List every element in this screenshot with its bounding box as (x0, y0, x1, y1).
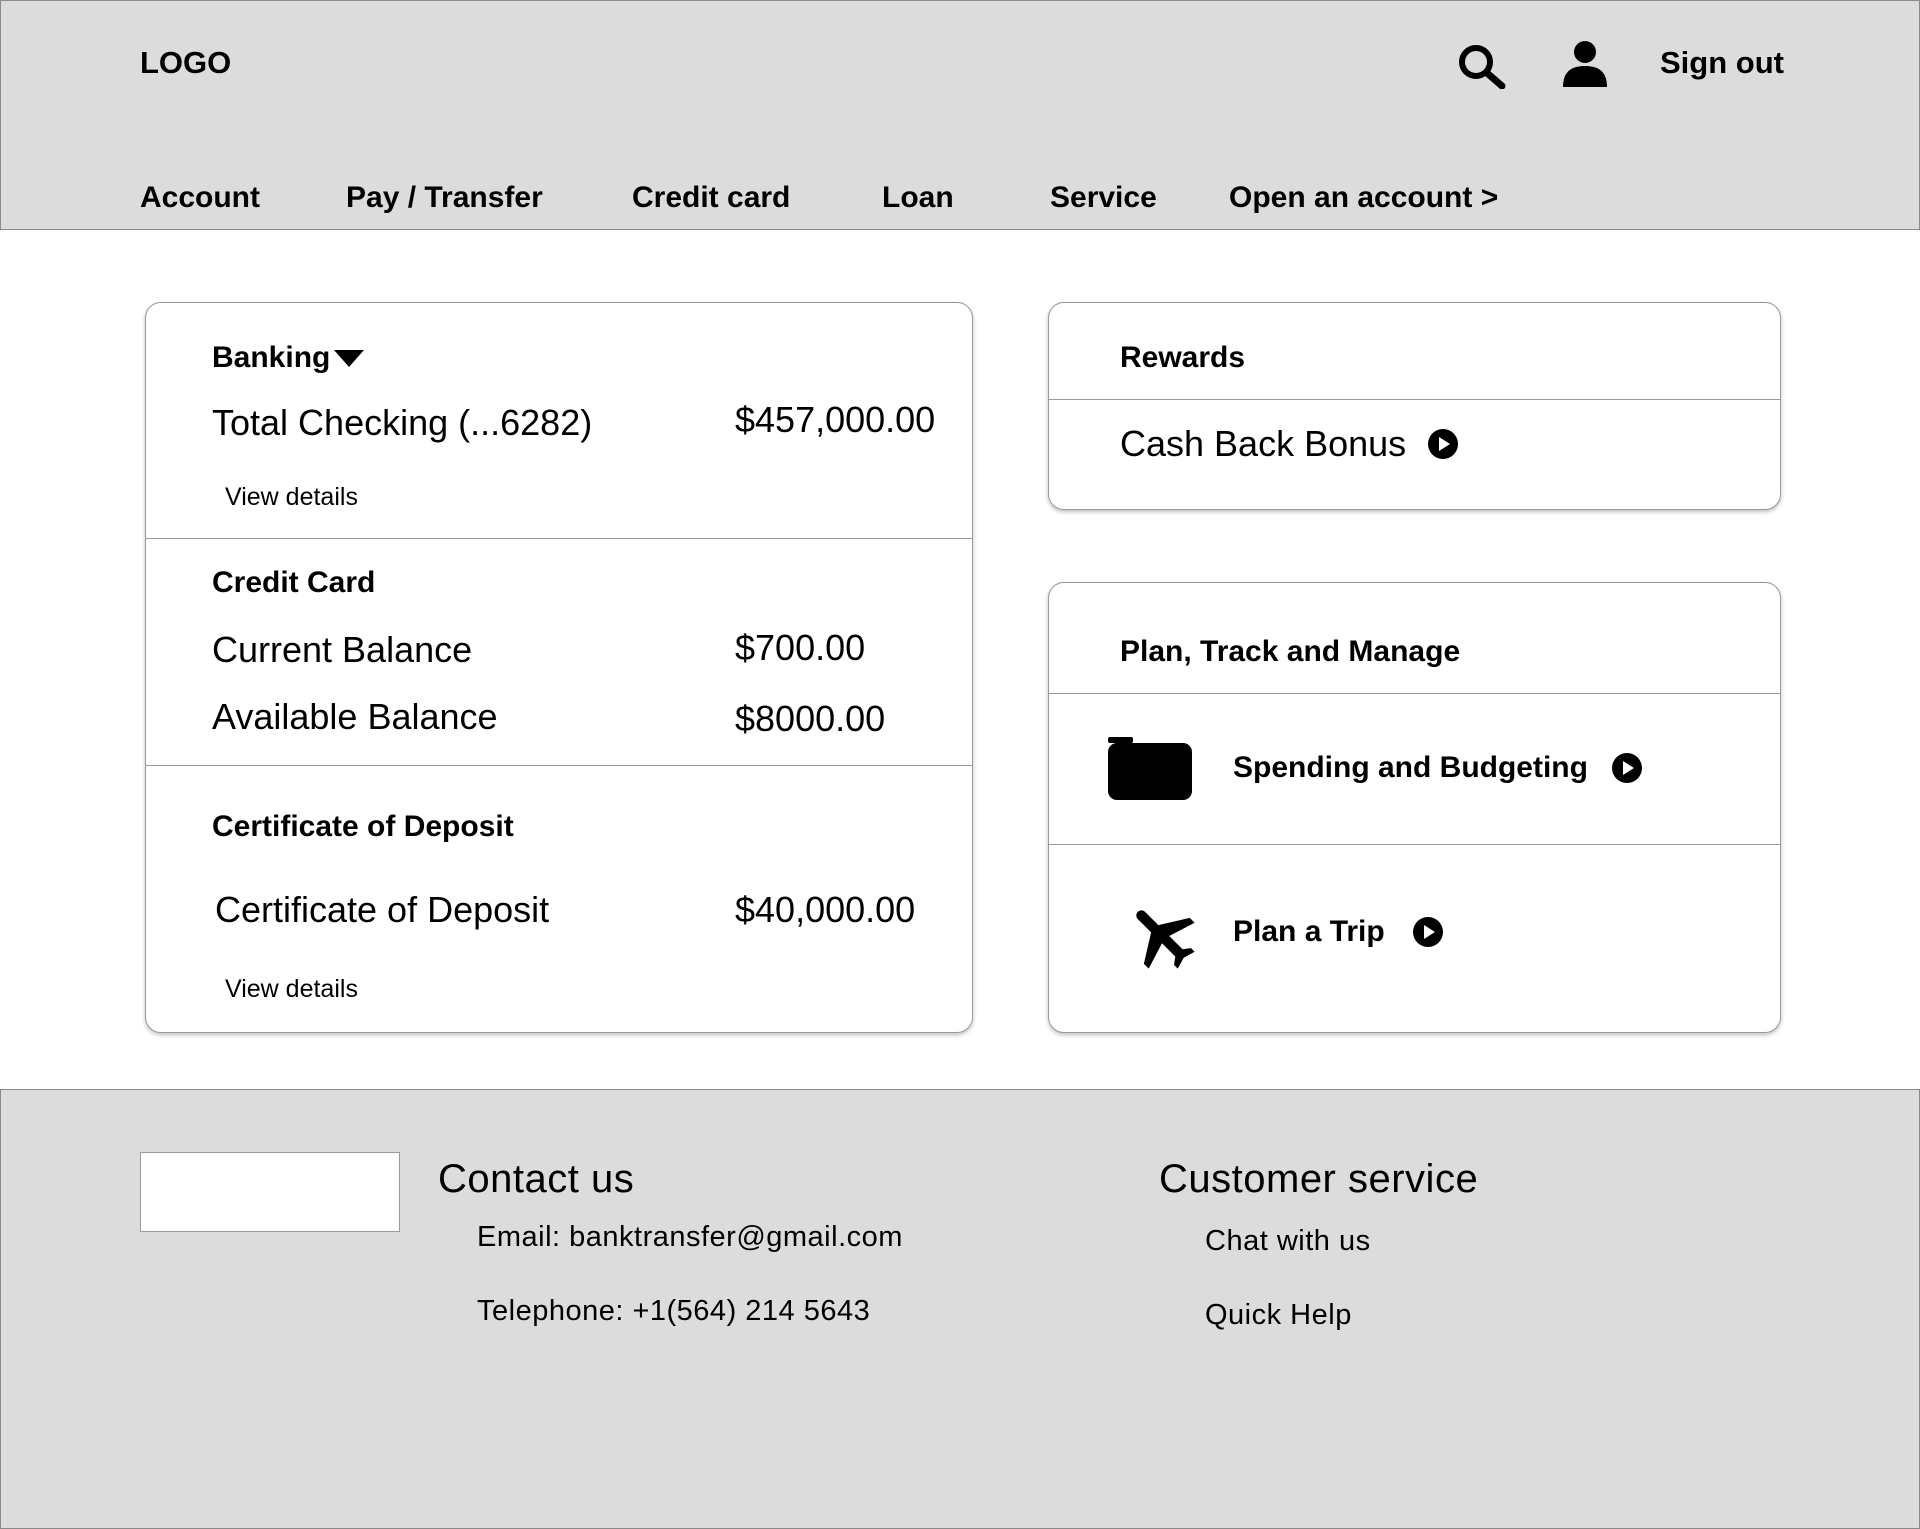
cd-view-details-link[interactable]: View details (225, 975, 358, 1004)
top-header: LOGO Sign out Account Pay / Transfer Cre… (0, 0, 1920, 230)
footer-logo-placeholder (140, 1152, 400, 1232)
contact-telephone[interactable]: Telephone: +1(564) 214 5643 (477, 1295, 870, 1328)
chat-with-us-link[interactable]: Chat with us (1205, 1225, 1371, 1258)
logo[interactable]: LOGO (140, 45, 231, 81)
banking-title: Banking (212, 341, 331, 374)
user-icon[interactable] (1560, 39, 1610, 89)
divider (146, 538, 972, 539)
divider (1049, 693, 1780, 694)
divider (1049, 399, 1780, 400)
circle-arrow-right-icon (1611, 753, 1642, 783)
search-icon[interactable] (1456, 43, 1508, 89)
rewards-card: Rewards Cash Back Bonus (1048, 302, 1781, 510)
customer-service-heading: Customer service (1159, 1157, 1479, 1201)
available-balance-value: $8000.00 (735, 698, 886, 739)
nav-pay-transfer[interactable]: Pay / Transfer (346, 181, 543, 215)
current-balance-value: $700.00 (735, 627, 866, 668)
sign-out-link[interactable]: Sign out (1660, 45, 1784, 81)
cash-back-bonus-link[interactable]: Cash Back Bonus (1120, 423, 1459, 465)
plan-a-trip-link[interactable]: Plan a Trip (1233, 915, 1443, 949)
checking-balance: $457,000.00 (735, 399, 936, 440)
rewards-title: Rewards (1120, 341, 1246, 374)
footer: Contact us Email: banktransfer@gmail.com… (0, 1089, 1920, 1529)
nav-credit-card[interactable]: Credit card (632, 181, 790, 215)
credit-card-title: Credit Card (212, 566, 376, 599)
plan-track-manage-card: Plan, Track and Manage Spending and Budg… (1048, 582, 1781, 1033)
contact-us-heading: Contact us (438, 1157, 635, 1201)
spending-label: Spending and Budgeting (1233, 751, 1588, 784)
plan-trip-label: Plan a Trip (1233, 915, 1385, 948)
checking-account-name: Total Checking (...6282) (212, 402, 593, 443)
nav-account[interactable]: Account (140, 181, 260, 215)
cd-title: Certificate of Deposit (212, 810, 514, 843)
wallet-icon (1108, 737, 1192, 800)
cd-value: $40,000.00 (735, 889, 916, 930)
divider (146, 765, 972, 766)
accounts-card: Banking Total Checking (...6282) $457,00… (145, 302, 973, 1033)
caret-down-icon (334, 350, 365, 367)
cash-back-bonus-label: Cash Back Bonus (1120, 423, 1407, 464)
plan-title: Plan, Track and Manage (1120, 635, 1461, 668)
quick-help-link[interactable]: Quick Help (1205, 1299, 1352, 1332)
circle-arrow-right-icon (1428, 429, 1459, 459)
available-balance-label: Available Balance (212, 696, 498, 737)
cd-label: Certificate of Deposit (215, 889, 550, 930)
banking-view-details-link[interactable]: View details (225, 483, 358, 512)
divider (1049, 844, 1780, 845)
spending-budgeting-link[interactable]: Spending and Budgeting (1233, 751, 1642, 785)
airplane-icon (1136, 910, 1195, 969)
nav-loan[interactable]: Loan (882, 181, 954, 215)
circle-arrow-right-icon (1412, 917, 1443, 947)
nav-open-account[interactable]: Open an account > (1229, 181, 1498, 215)
nav-service[interactable]: Service (1050, 181, 1157, 215)
banking-dropdown[interactable]: Banking (212, 341, 366, 375)
current-balance-label: Current Balance (212, 629, 473, 670)
contact-email[interactable]: Email: banktransfer@gmail.com (477, 1221, 903, 1254)
